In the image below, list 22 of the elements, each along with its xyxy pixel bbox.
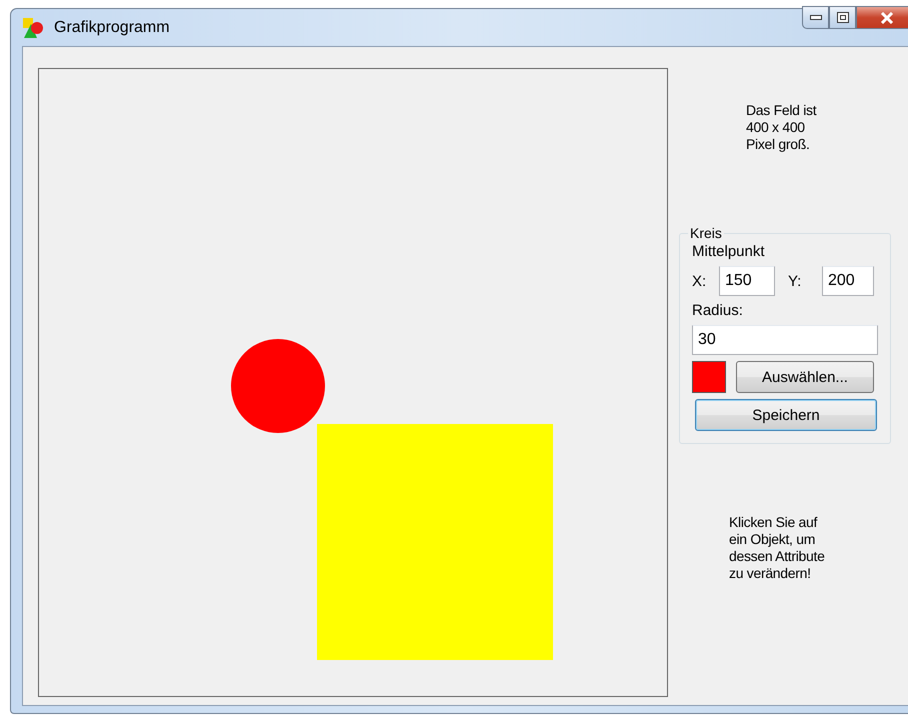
maximize-icon <box>836 12 848 23</box>
hint-text: Klicken Sie auf ein Objekt, um dessen Attribute zu verändern! <box>729 514 826 582</box>
group-title: Kreis <box>689 225 723 241</box>
radius-input[interactable]: 30 <box>692 325 878 355</box>
circle[interactable] <box>231 339 325 433</box>
minimize-button[interactable] <box>802 6 829 29</box>
window-title: Grafikprogramm <box>54 18 170 36</box>
y-label: Y: <box>788 272 802 290</box>
maximize-button[interactable] <box>829 6 856 29</box>
info-text: Das Feld ist 400 x 400 Pixel groß. <box>746 102 818 153</box>
close-button[interactable] <box>856 6 908 29</box>
radius-label: Radius: <box>692 302 744 319</box>
save-button[interactable]: Speichern <box>695 399 877 431</box>
app-icon <box>22 16 44 38</box>
close-icon <box>880 12 894 24</box>
x-label: X: <box>692 272 708 290</box>
minimize-icon <box>810 15 822 20</box>
center-label: Mittelpunkt <box>692 243 766 260</box>
y-input[interactable]: 200 <box>822 266 874 296</box>
choose-button[interactable]: Auswählen... <box>736 361 874 393</box>
drawing-canvas[interactable] <box>38 68 668 697</box>
x-input[interactable]: 150 <box>719 266 775 296</box>
